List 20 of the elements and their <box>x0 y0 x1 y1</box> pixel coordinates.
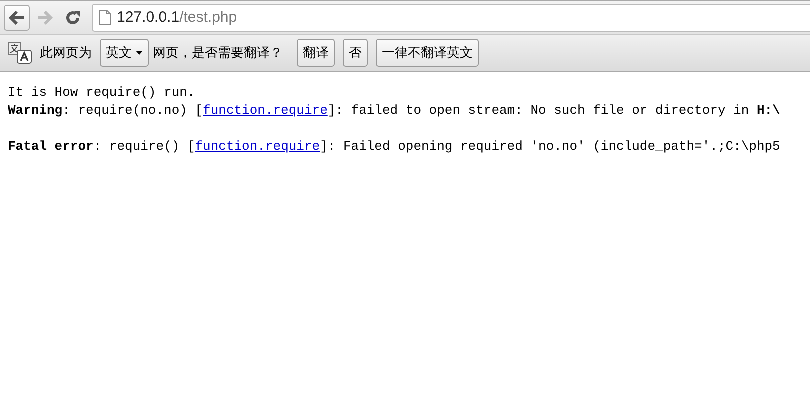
back-arrow-icon <box>9 10 25 24</box>
translate-option-button[interactable]: 否 <box>343 39 368 67</box>
translate-option-button[interactable]: 翻译 <box>297 39 335 67</box>
reload-icon <box>65 10 81 26</box>
output-line: It is How require() run. <box>8 84 196 102</box>
forward-arrow-icon <box>37 10 53 24</box>
output-line: Fatal error: require() [function.require]: Failed opening required 'no.no' (include_path='.;C:\php5 <box>8 138 782 156</box>
back-button[interactable] <box>4 4 30 30</box>
doc-link[interactable]: function.require <box>203 103 328 118</box>
translate-option-button[interactable]: 一律不翻译英文 <box>376 39 479 67</box>
doc-link[interactable]: function.require <box>195 139 320 154</box>
caret-icon <box>136 51 143 55</box>
language-dropdown[interactable]: 英文 <box>100 39 149 67</box>
translate-icon <box>8 42 32 64</box>
output-line: Warning: require(no.no) [function.require]: failed to open stream: No such file or directory in H:\ <box>8 102 782 120</box>
page-icon <box>99 10 111 25</box>
translate-prompt: 网页，是否需要翻译？ <box>153 45 283 62</box>
translate-prompt: 此网页为 <box>40 45 92 62</box>
url-text: 127.0.0.1/test.php <box>117 9 238 26</box>
address-bar[interactable]: 127.0.0.1/test.php <box>92 4 810 32</box>
